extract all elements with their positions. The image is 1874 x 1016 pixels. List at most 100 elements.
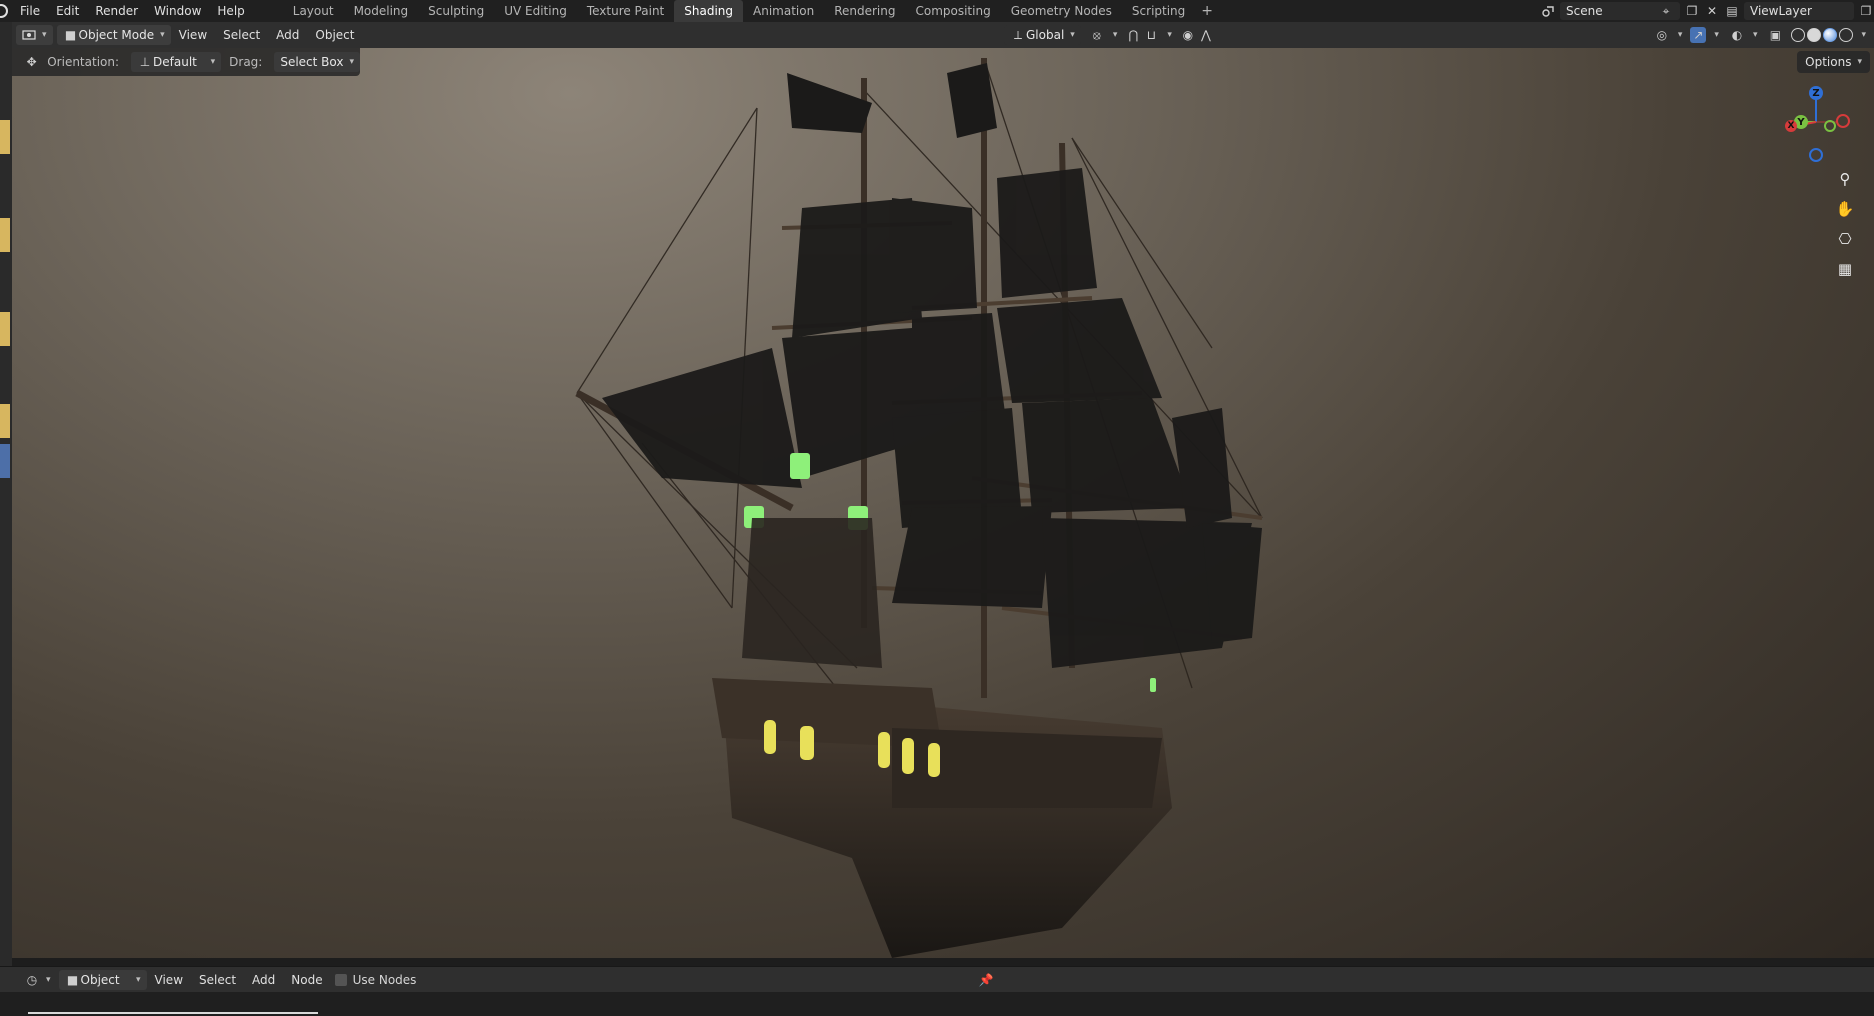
drag-label: Drag:: [229, 55, 263, 69]
view-layer-icon[interactable]: ▤: [1724, 3, 1740, 19]
pivot-snap-group: ⦻ ▾ ⋂ ⊔ ▾ ◉ ⋀: [1089, 27, 1214, 43]
shader-editor-header: ◷ ▾ ■ Object ▾ View Select Add Node Use …: [0, 966, 1874, 992]
pivot-point-icon[interactable]: ⦻: [1089, 27, 1105, 43]
sidebar-tab-2[interactable]: [0, 218, 10, 252]
node-menu-view[interactable]: View: [147, 973, 191, 987]
options-label: Options: [1805, 55, 1852, 69]
gizmo-toggle-icon[interactable]: ↗: [1690, 27, 1707, 43]
material-preview-shading-icon[interactable]: [1823, 28, 1838, 42]
tab-scripting[interactable]: Scripting: [1122, 0, 1195, 22]
orientation-label: Orientation:: [47, 55, 120, 69]
orientation-icon: ⟂: [1013, 27, 1022, 42]
scene-icon[interactable]: [1540, 3, 1556, 19]
tab-rendering[interactable]: Rendering: [824, 0, 905, 22]
tab-sculpting[interactable]: Sculpting: [418, 0, 494, 22]
sidebar-tab-5[interactable]: [0, 444, 10, 478]
blender-logo-icon[interactable]: [0, 4, 8, 18]
shader-editor-area[interactable]: [0, 992, 1874, 1016]
mode-label: Object Mode: [78, 28, 155, 42]
view-layer-name: ViewLayer: [1750, 4, 1812, 18]
delete-scene-icon[interactable]: ✕: [1704, 3, 1720, 19]
sidebar-tab-1[interactable]: [0, 120, 10, 154]
tab-compositing[interactable]: Compositing: [905, 0, 1000, 22]
gizmo-neg-z[interactable]: [1809, 148, 1823, 162]
xray-toggle-icon[interactable]: ▣: [1767, 27, 1783, 43]
object-mode-icon: ■: [64, 28, 77, 42]
pirate-ship-model: [575, 58, 1263, 958]
rendered-shading-icon[interactable]: [1839, 28, 1854, 42]
gizmo-x-axis[interactable]: X: [1785, 120, 1797, 132]
3d-viewport[interactable]: [12, 48, 1874, 958]
navigation-gizmo[interactable]: Z Y X: [1776, 82, 1856, 172]
use-nodes-checkbox[interactable]: [334, 973, 347, 986]
new-view-layer-icon[interactable]: ❐: [1858, 3, 1874, 19]
scroll-indicator: [28, 1012, 318, 1014]
pan-hand-icon[interactable]: ✋: [1832, 196, 1858, 222]
node-menu-select[interactable]: Select: [191, 973, 244, 987]
object-data-icon: ■: [66, 972, 79, 987]
tab-animation[interactable]: Animation: [743, 0, 824, 22]
tab-geometry-nodes[interactable]: Geometry Nodes: [1001, 0, 1122, 22]
pin-icon[interactable]: 📌: [978, 972, 994, 988]
sidebar-tab-4[interactable]: [0, 404, 10, 438]
tool-settings-header: ✥ Orientation: ⊥ Default ▾ Drag: Select …: [12, 48, 360, 76]
editor-type-icon[interactable]: ◷: [24, 972, 40, 988]
left-region-strip: [0, 22, 12, 1016]
falloff-icon[interactable]: ⋀: [1198, 27, 1214, 43]
viewport-menu-object[interactable]: Object: [307, 28, 362, 42]
viewport-menu-view[interactable]: View: [171, 28, 215, 42]
menu-render[interactable]: Render: [87, 0, 146, 22]
visibility-icon[interactable]: ◎: [1654, 27, 1670, 43]
scene-field[interactable]: Scene ⌖: [1560, 2, 1680, 20]
camera-view-icon[interactable]: ⎔: [1832, 226, 1858, 252]
gizmo-neg-y[interactable]: [1824, 120, 1836, 132]
use-nodes-label: Use Nodes: [352, 972, 417, 987]
wireframe-shading-icon[interactable]: [1791, 28, 1806, 42]
solid-shading-icon[interactable]: [1807, 28, 1822, 42]
node-menu-node[interactable]: Node: [283, 973, 330, 987]
drag-dropdown[interactable]: Select Box ▾: [274, 52, 360, 72]
pin-icon[interactable]: ⌖: [1658, 3, 1674, 19]
snap-target-icon[interactable]: ⊔: [1143, 27, 1159, 43]
tab-modeling[interactable]: Modeling: [344, 0, 419, 22]
gizmo-z-axis[interactable]: Z: [1809, 86, 1823, 100]
proportional-editing-icon[interactable]: ◉: [1180, 27, 1196, 43]
orientation-value: Default: [153, 55, 197, 69]
scene-selectors: Scene ⌖ ❐ ✕ ▤ ViewLayer ❐: [1540, 0, 1874, 22]
transform-orientation-dropdown[interactable]: ⟂ Global ▾: [1004, 25, 1081, 45]
gizmo-neg-x[interactable]: [1836, 114, 1850, 128]
tab-texture-paint[interactable]: Texture Paint: [577, 0, 674, 22]
tab-uv-editing[interactable]: UV Editing: [494, 0, 577, 22]
options-button[interactable]: Options ▾: [1797, 51, 1870, 73]
viewport-header: ▾ ■ Object Mode ▾ View Select Add Object…: [12, 22, 1874, 48]
viewport-menu-add[interactable]: Add: [268, 28, 307, 42]
top-menu-bar: File Edit Render Window Help Layout Mode…: [0, 0, 1874, 22]
zoom-icon[interactable]: ⚲: [1832, 166, 1858, 192]
node-menu-add[interactable]: Add: [244, 973, 283, 987]
editor-type-button[interactable]: ▾: [16, 25, 53, 45]
snap-icon[interactable]: ⋂: [1125, 27, 1141, 43]
menu-file[interactable]: File: [12, 0, 48, 22]
orientation-dropdown[interactable]: ⊥ Default ▾: [131, 52, 222, 72]
shader-type-dropdown[interactable]: ■ Object ▾: [58, 969, 147, 990]
add-workspace-icon[interactable]: +: [1195, 3, 1219, 19]
mode-dropdown[interactable]: ■ Object Mode ▾: [56, 25, 171, 45]
overlays-toggle-icon[interactable]: ◐: [1729, 27, 1745, 43]
tab-layout[interactable]: Layout: [283, 0, 344, 22]
new-scene-icon[interactable]: ❐: [1684, 3, 1700, 19]
orientation-axes-icon: ⊥: [139, 55, 151, 69]
shader-type-label: Object: [80, 972, 120, 987]
viewport-display-group: ◎ ▾ ↗ ▾ ◐ ▾ ▣ ▾: [1654, 27, 1874, 43]
menu-edit[interactable]: Edit: [48, 0, 87, 22]
use-nodes-toggle[interactable]: Use Nodes: [334, 972, 417, 987]
menu-window[interactable]: Window: [146, 0, 209, 22]
transform-orientation-label: Global: [1026, 28, 1065, 42]
view-layer-field[interactable]: ViewLayer: [1744, 2, 1854, 20]
move-tool-icon[interactable]: ✥: [24, 54, 39, 70]
viewport-menu-select[interactable]: Select: [215, 28, 268, 42]
tab-shading[interactable]: Shading: [674, 0, 743, 22]
menu-help[interactable]: Help: [209, 0, 252, 22]
drag-value: Select Box: [280, 55, 344, 69]
perspective-toggle-icon[interactable]: ▦: [1832, 256, 1858, 282]
sidebar-tab-3[interactable]: [0, 312, 10, 346]
